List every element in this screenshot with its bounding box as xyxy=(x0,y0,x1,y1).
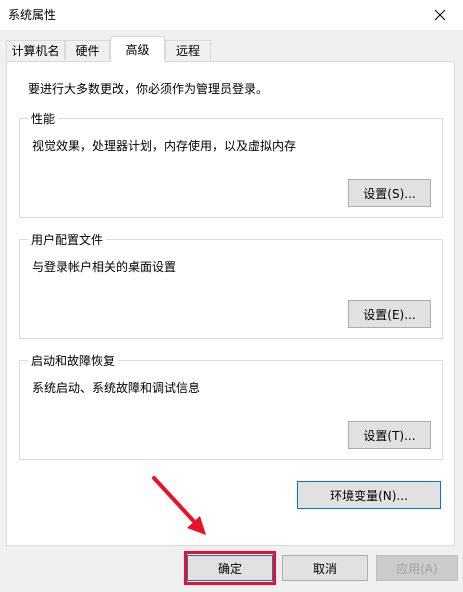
close-button[interactable] xyxy=(417,0,463,30)
close-icon xyxy=(434,9,446,21)
window-title: 系统属性 xyxy=(8,8,57,22)
tab-computer-name[interactable]: 计算机名 xyxy=(6,40,65,60)
startup-recovery-settings-button[interactable]: 设置(T)... xyxy=(348,421,431,449)
apply-button[interactable]: 应用(A) xyxy=(376,555,458,581)
tab-hardware[interactable]: 硬件 xyxy=(65,40,110,60)
performance-title: 性能 xyxy=(28,110,59,127)
user-profiles-title: 用户配置文件 xyxy=(28,231,107,248)
user-profiles-desc: 与登录帐户相关的桌面设置 xyxy=(32,260,177,274)
startup-recovery-desc: 系统启动、系统故障和调试信息 xyxy=(32,381,201,395)
environment-variables-button[interactable]: 环境变量(N)... xyxy=(297,481,441,509)
performance-desc: 视觉效果，处理器计划，内存使用，以及虚拟内存 xyxy=(32,139,297,153)
admin-note: 要进行大多数更改，你必须作为管理员登录。 xyxy=(28,82,269,96)
performance-settings-button[interactable]: 设置(S)... xyxy=(348,179,431,207)
tab-advanced[interactable]: 高级 xyxy=(110,36,165,62)
startup-recovery-title: 启动和故障恢复 xyxy=(28,352,119,369)
title-bar: 系统属性 xyxy=(0,0,463,30)
annotation-arrow-icon xyxy=(152,476,206,535)
user-profiles-settings-button[interactable]: 设置(E)... xyxy=(348,300,431,328)
tab-remote[interactable]: 远程 xyxy=(165,40,211,60)
annotation-highlight xyxy=(184,551,276,585)
cancel-button[interactable]: 取消 xyxy=(282,555,368,581)
